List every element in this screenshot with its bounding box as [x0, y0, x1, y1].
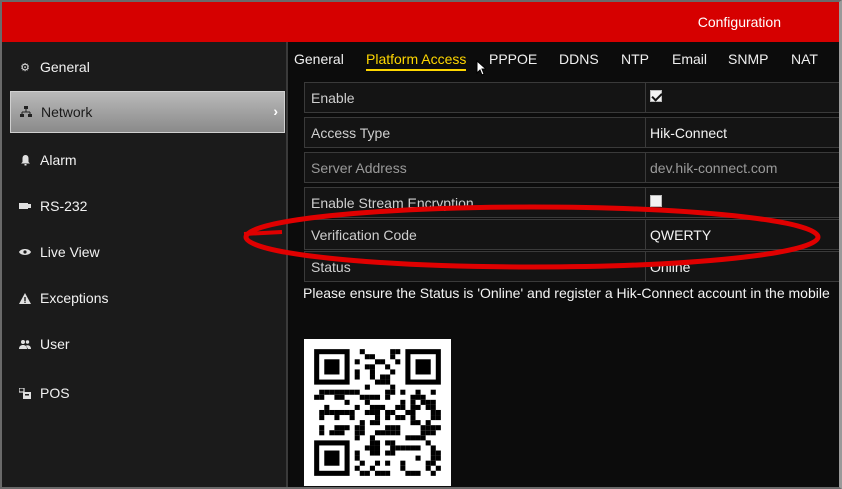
tab-ntp[interactable]: NTP: [621, 51, 649, 67]
sidebar-item-exceptions[interactable]: Exceptions: [10, 277, 285, 319]
verification-code-input[interactable]: QWERTY: [645, 220, 839, 249]
verification-code-value: QWERTY: [650, 227, 712, 243]
sidebar-item-rs232[interactable]: RS-232: [10, 185, 285, 227]
registration-notice: Please ensure the Status is 'Online' and…: [303, 285, 830, 301]
sidebar-item-alarm[interactable]: Alarm: [10, 139, 285, 181]
tab-platform-access[interactable]: Platform Access: [366, 51, 467, 71]
gear-icon: ⚙: [20, 61, 30, 74]
status-label: Status: [311, 259, 351, 275]
status-value: Online: [650, 259, 691, 275]
access-type-row: Access Type Hik-Connect: [304, 117, 839, 148]
sidebar-item-label: Network: [41, 104, 93, 120]
enable-row: Enable: [304, 82, 839, 113]
sidebar-item-pos[interactable]: POS: [10, 372, 285, 414]
title-bar: Configuration: [2, 2, 839, 42]
warning-icon: [18, 291, 32, 305]
users-icon: [18, 337, 32, 351]
enable-value: [645, 83, 839, 112]
access-type-select[interactable]: Hik-Connect: [645, 118, 839, 147]
sidebar: ⚙ General Network › Alarm RS-232 Live Vi…: [2, 42, 288, 487]
sidebar-item-user[interactable]: User: [10, 323, 285, 365]
server-address-label: Server Address: [311, 160, 407, 176]
tab-ddns[interactable]: DDNS: [559, 51, 599, 67]
tab-pppoe[interactable]: PPPOE: [489, 51, 537, 67]
eye-icon: [18, 245, 32, 259]
pos-terminal-icon: [18, 386, 32, 400]
status-field: Online: [645, 252, 839, 281]
stream-encryption-row: Enable Stream Encryption: [304, 187, 839, 218]
tab-email[interactable]: Email: [672, 51, 707, 67]
chevron-right-icon: ›: [273, 103, 278, 119]
access-type-value: Hik-Connect: [650, 125, 728, 141]
sidebar-item-label: General: [40, 59, 90, 75]
tab-bar: General Platform Access PPPOE DDNS NTP E…: [290, 42, 839, 78]
enable-checkbox[interactable]: [650, 90, 662, 102]
network-icon: [19, 105, 33, 119]
sidebar-item-label: User: [40, 336, 70, 352]
server-address-value: dev.hik-connect.com: [650, 160, 778, 176]
verification-code-row: Verification Code QWERTY: [304, 219, 839, 250]
page-title: Configuration: [697, 14, 781, 30]
sidebar-item-label: POS: [40, 385, 70, 401]
sidebar-item-network[interactable]: Network ›: [10, 91, 285, 133]
sidebar-item-label: Live View: [40, 244, 100, 260]
serial-port-icon: [18, 199, 32, 213]
main-content: General Platform Access PPPOE DDNS NTP E…: [290, 42, 839, 487]
stream-encryption-value: [645, 188, 839, 217]
tab-general[interactable]: General: [294, 51, 344, 67]
stream-encryption-checkbox[interactable]: [650, 195, 662, 207]
sidebar-item-label: RS-232: [40, 198, 88, 214]
mouse-cursor-icon: [476, 60, 486, 76]
verification-code-label: Verification Code: [311, 227, 417, 243]
sidebar-item-label: Alarm: [40, 152, 77, 168]
server-address-row: Server Address dev.hik-connect.com: [304, 152, 839, 183]
bell-icon: [18, 153, 32, 167]
stream-encryption-label: Enable Stream Encryption: [311, 195, 474, 211]
tab-nat[interactable]: NAT: [791, 51, 818, 67]
status-row: Status Online: [304, 251, 839, 282]
server-address-field: dev.hik-connect.com: [645, 153, 839, 182]
sidebar-item-general[interactable]: ⚙ General: [10, 46, 285, 88]
access-type-label: Access Type: [311, 125, 391, 141]
app-window: Configuration ⚙ General Network › Alarm …: [0, 0, 842, 489]
sidebar-item-label: Exceptions: [40, 290, 109, 306]
enable-label: Enable: [311, 90, 355, 106]
sidebar-item-live-view[interactable]: Live View: [10, 231, 285, 273]
tab-snmp[interactable]: SNMP: [728, 51, 768, 67]
qr-code: [304, 339, 451, 486]
